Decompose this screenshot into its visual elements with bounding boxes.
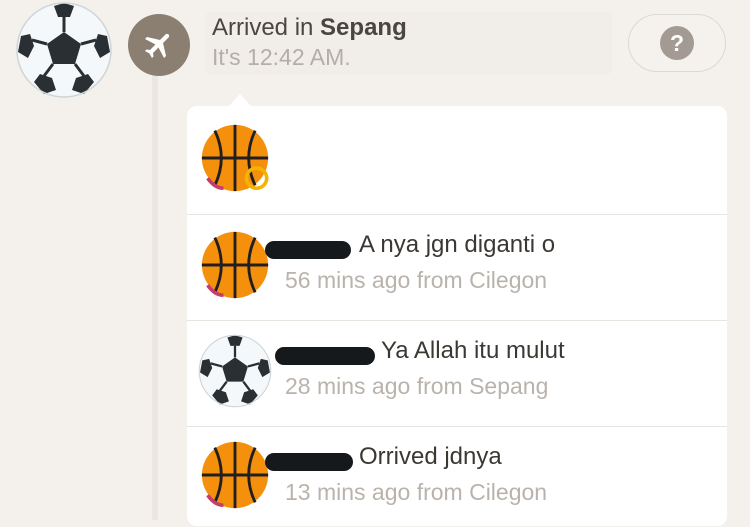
help-button[interactable]: ? <box>628 14 726 72</box>
basketball-avatar-icon[interactable] <box>199 122 271 194</box>
basketball-avatar-icon[interactable] <box>199 439 271 511</box>
event-title: Arrived in Sepang <box>212 14 407 42</box>
event-title-place: Sepang <box>320 14 407 41</box>
question-mark-icon: ? <box>660 26 694 60</box>
redacted-username <box>275 347 375 365</box>
comment-text: Ya Allah itu mulut <box>381 337 565 364</box>
user-avatar-soccer-ball-icon[interactable] <box>8 0 120 100</box>
airplane-icon-badge <box>128 14 190 76</box>
redacted-username <box>265 241 351 259</box>
svg-text:?: ? <box>670 30 684 56</box>
event-header: Arrived in Sepang It's 12:42 AM. <box>206 12 612 74</box>
timeline-line <box>152 60 158 520</box>
comment-row[interactable]: Orrived jdnya 13 mins ago from Cilegon <box>187 427 727 527</box>
comment-text: Orrived jdnya <box>359 443 502 470</box>
comment-text: A nya jgn diganti o <box>359 231 556 258</box>
comment-row[interactable]: Ya Allah itu mulut 28 mins ago from Sepa… <box>187 321 727 426</box>
event-title-prefix: Arrived in <box>212 14 314 41</box>
soccer-ball-avatar-icon[interactable] <box>197 333 273 409</box>
reaction-row <box>187 106 727 214</box>
comment-row[interactable]: A nya jgn diganti o 56 mins ago from Cil… <box>187 215 727 320</box>
event-time: It's 12:42 AM. <box>212 44 351 70</box>
basketball-avatar-icon[interactable] <box>199 229 271 301</box>
redacted-username <box>265 453 353 471</box>
comment-meta: 56 mins ago from Cilegon <box>285 267 548 293</box>
comment-meta: 13 mins ago from Cilegon <box>285 479 548 505</box>
airplane-icon <box>144 33 170 59</box>
comments-card: A nya jgn diganti o 56 mins ago from Cil… <box>187 106 727 526</box>
comment-meta: 28 mins ago from Sepang <box>285 373 549 399</box>
